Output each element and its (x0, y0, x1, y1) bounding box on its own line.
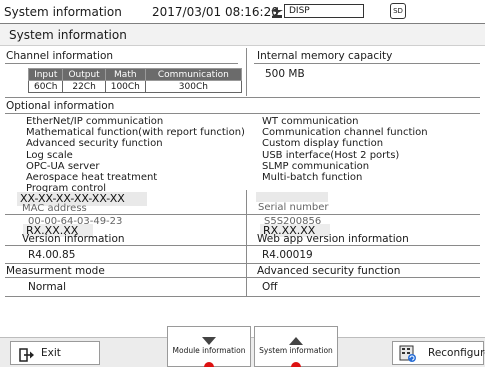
sd-card-icon: SD (390, 3, 406, 19)
exit-label: Exit (41, 347, 61, 359)
channel-val-communication: 300Ch (144, 80, 242, 93)
divider (5, 63, 238, 64)
window-title: System information (4, 5, 122, 19)
divider (254, 63, 480, 64)
option-item: Multi-batch function (262, 172, 363, 184)
divider (5, 214, 480, 215)
web-app-version-value: R4.00019 (262, 249, 313, 261)
channel-col-communication: Communication (144, 68, 242, 81)
column-divider (246, 48, 247, 96)
internal-memory-label: Internal memory capacity (257, 50, 393, 62)
option-item: SLMP communication (262, 160, 370, 172)
reconfigure-button[interactable]: Reconfigure (392, 341, 485, 367)
internal-memory-value: 500 MB (265, 68, 305, 80)
option-item: WT communication (262, 116, 359, 127)
display-mode-icon[interactable] (270, 5, 284, 19)
advanced-security-label: Advanced security function (257, 265, 401, 277)
divider (5, 245, 480, 246)
system-information-button[interactable]: System information (254, 326, 338, 367)
datetime-display: 2017/03/01 08:16:20 (152, 5, 279, 19)
advanced-security-value: Off (262, 281, 278, 293)
channel-col-input: Input (27, 68, 64, 81)
channel-val-math: 100Ch (104, 80, 146, 93)
indicator-dot (291, 362, 301, 367)
version-label: Version information (22, 233, 125, 245)
option-item: OPC-UA server (26, 160, 100, 172)
channel-col-output: Output (62, 68, 106, 81)
web-app-version-label: Web app version information (257, 233, 409, 245)
divider (5, 97, 480, 98)
measurement-mode-value: Normal (28, 281, 66, 293)
option-item: EtherNet/IP communication (26, 116, 164, 127)
status-bar: System information 2017/03/01 08:16:20 D… (0, 0, 485, 24)
version-value: R4.00.85 (28, 249, 76, 261)
option-item: Aerospace heat treatment (26, 172, 158, 184)
mac-address-label: MAC address (22, 203, 87, 214)
option-item: Mathematical function(with report functi… (26, 127, 245, 139)
channel-val-input: 60Ch (27, 80, 64, 93)
serial-label-mask (256, 192, 328, 202)
divider (5, 113, 480, 114)
channel-table: Input Output Math Communication 60Ch 22C… (27, 68, 242, 93)
indicator-dot (204, 362, 214, 367)
exit-button[interactable]: Exit (10, 341, 100, 365)
footer-bar: Exit Module information System informati… (0, 326, 485, 367)
page-title-bar: System information (0, 24, 485, 46)
serial-number-label: Serial number (258, 202, 329, 213)
channel-col-math: Math (104, 68, 146, 81)
reconfigure-label: Reconfigure (428, 347, 485, 359)
page-title: System information (9, 28, 127, 42)
option-item: Communication channel function (262, 127, 428, 139)
display-mode-box[interactable]: DISP (284, 4, 364, 18)
system-information-label: System information (259, 346, 333, 355)
exit-icon (19, 347, 35, 366)
optional-right-list: WT communication Communication channel f… (262, 116, 482, 183)
measurement-mode-label: Measurment mode (6, 265, 105, 277)
module-information-label: Module information (172, 346, 246, 355)
divider (5, 296, 480, 297)
divider (5, 277, 480, 278)
module-information-button[interactable]: Module information (167, 326, 251, 367)
optional-info-label: Optional information (6, 100, 115, 112)
channel-val-output: 22Ch (62, 80, 106, 93)
channel-info-label: Channel information (6, 50, 114, 62)
reconfigure-icon (399, 345, 417, 367)
column-divider (246, 190, 247, 296)
divider (5, 263, 480, 264)
option-item: Log scale (26, 149, 73, 161)
option-item: USB interface(Host 2 ports) (262, 149, 400, 161)
option-item: Advanced security function (26, 138, 163, 150)
option-item: Custom display function (262, 138, 384, 150)
optional-left-list: EtherNet/IP communication Mathematical f… (26, 116, 246, 194)
